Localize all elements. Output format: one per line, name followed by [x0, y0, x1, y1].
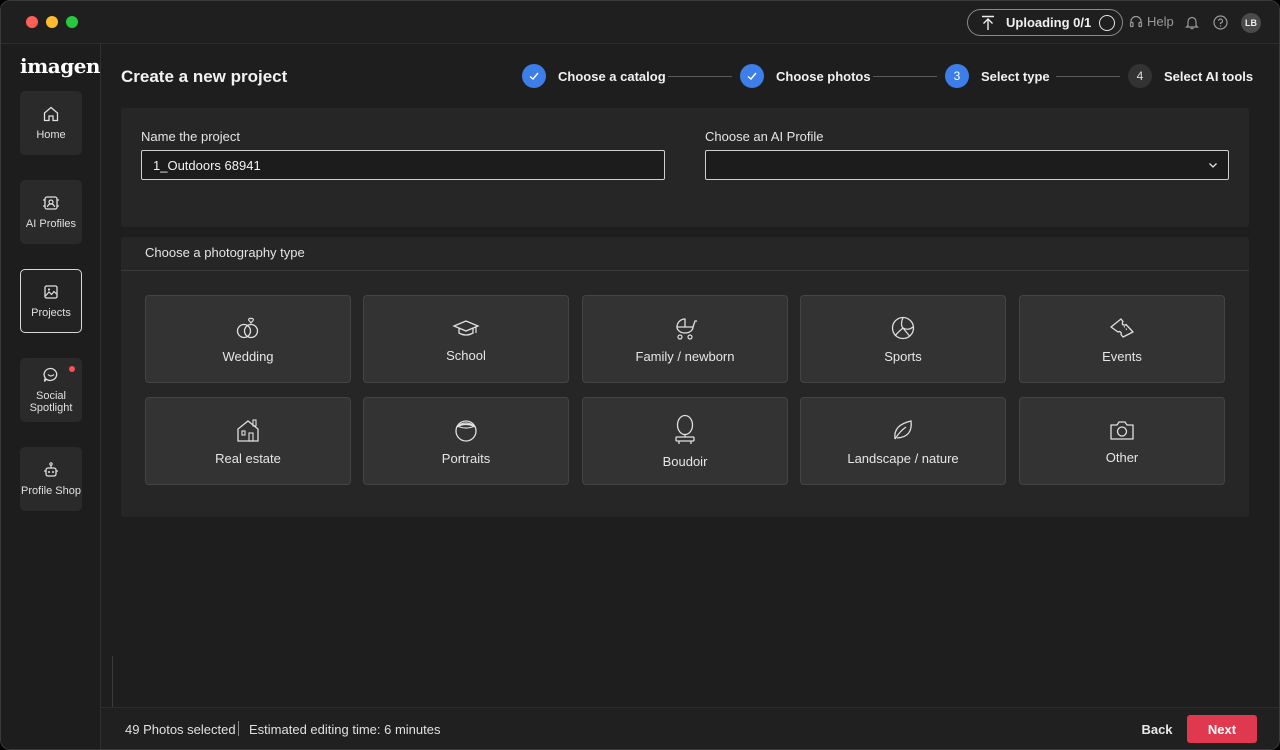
sidebar-item-social-spotlight[interactable]: Social Spotlight: [20, 358, 82, 422]
help-button[interactable]: Help: [1129, 14, 1174, 29]
check-icon: [740, 64, 764, 88]
sidebar-item-ai-profiles[interactable]: AI Profiles: [20, 180, 82, 244]
photos-selected-count: 49 Photos selected: [125, 722, 236, 737]
type-tile-label: Events: [1102, 348, 1142, 364]
back-button[interactable]: Back: [1131, 715, 1183, 743]
ai-profile-label: Choose an AI Profile: [705, 129, 824, 144]
step-connector: [873, 76, 937, 77]
type-tile-label: Portraits: [441, 450, 491, 466]
step-select-ai-tools: 4 Select AI tools: [1128, 64, 1253, 88]
step-connector: [1056, 76, 1120, 77]
type-tile-label: Wedding: [222, 348, 274, 364]
divider: [121, 270, 1249, 271]
avatar[interactable]: LB: [1241, 13, 1261, 33]
upload-status-label: Uploading 0/1: [1006, 15, 1092, 30]
ai-profile-icon: [43, 196, 59, 210]
type-tile-portraits[interactable]: Portraits: [363, 397, 569, 485]
step-connector: [668, 76, 732, 77]
page-title: Create a new project: [121, 67, 288, 86]
headset-icon: [1129, 15, 1143, 27]
step-choose-catalog: Choose a catalog: [522, 64, 666, 88]
sidebar-item-label: Projects: [31, 307, 71, 319]
title-bar: Uploading 0/1 Help LB: [1, 1, 1279, 44]
step-label: Choose photos: [776, 68, 871, 84]
sidebar-item-home[interactable]: Home: [20, 91, 82, 155]
chat-icon: [43, 367, 58, 382]
type-tile-label: Sports: [884, 348, 922, 364]
zoom-window-button[interactable]: [66, 16, 78, 28]
question-icon[interactable]: [1213, 15, 1228, 30]
type-tile-other[interactable]: Other: [1019, 397, 1225, 485]
check-icon: [522, 64, 546, 88]
step-label: Select AI tools: [1164, 68, 1254, 84]
step-number: 3: [945, 64, 969, 88]
estimated-time: Estimated editing time: 6 minutes: [249, 722, 441, 737]
type-tile-label: Other: [1105, 449, 1139, 465]
sidebar-item-label: Profile Shop: [21, 485, 81, 497]
notification-badge: [69, 366, 75, 372]
upload-icon: [982, 15, 994, 30]
project-name-input[interactable]: [141, 150, 665, 180]
rings-icon: [236, 317, 259, 338]
camera-icon: [1110, 420, 1134, 440]
volleyball-icon: [891, 316, 915, 339]
type-tile-wedding[interactable]: Wedding: [145, 295, 351, 383]
step-label: Choose a catalog: [558, 68, 666, 84]
type-tile-boudoir[interactable]: Boudoir: [582, 397, 788, 485]
graduation-cap-icon: [452, 319, 480, 336]
type-tile-sports[interactable]: Sports: [800, 295, 1006, 383]
shop-icon: [44, 462, 58, 477]
progress-spinner-icon: [1099, 14, 1116, 31]
house-icon: [237, 418, 259, 442]
help-label: Help: [1147, 14, 1174, 29]
footer-divider: [238, 721, 239, 736]
type-tile-family-newborn[interactable]: Family / newborn: [582, 295, 788, 383]
mirror-icon: [675, 414, 695, 444]
type-tile-label: Landscape / nature: [847, 450, 959, 466]
chevron-down-icon: [1209, 163, 1217, 168]
bell-icon[interactable]: [1185, 15, 1199, 30]
section-title: Choose a photography type: [145, 245, 305, 260]
sidebar-item-profile-shop[interactable]: Profile Shop: [20, 447, 82, 511]
sidebar-item-label: AI Profiles: [25, 218, 77, 230]
leaf-icon: [894, 419, 912, 439]
type-tile-landscape-nature[interactable]: Landscape / nature: [800, 397, 1006, 485]
step-choose-photos: Choose photos: [740, 64, 871, 88]
type-tile-school[interactable]: School: [363, 295, 569, 383]
type-tile-real-estate[interactable]: Real estate: [145, 397, 351, 485]
stroller-icon: [676, 317, 697, 340]
type-tile-label: Family / newborn: [635, 348, 735, 364]
upload-status-button[interactable]: Uploading 0/1: [967, 9, 1123, 36]
project-name-label: Name the project: [141, 129, 240, 144]
portrait-icon: [455, 419, 477, 442]
app-window: Uploading 0/1 Help LB imagen Home AI Pro…: [0, 0, 1280, 750]
minimize-window-button[interactable]: [46, 16, 58, 28]
app-logo: imagen: [20, 54, 100, 78]
type-tile-label: Boudoir: [662, 453, 708, 469]
ticket-icon: [1110, 317, 1134, 338]
projects-icon: [44, 285, 58, 299]
sidebar-item-projects[interactable]: Projects: [20, 269, 82, 333]
type-tile-label: Real estate: [215, 450, 281, 466]
step-number: 4: [1128, 64, 1152, 88]
ai-profile-select[interactable]: [705, 150, 1229, 180]
type-tile-label: School: [446, 347, 486, 363]
home-icon: [43, 106, 59, 122]
close-window-button[interactable]: [26, 16, 38, 28]
sidebar-item-label: Home: [36, 129, 66, 141]
sidebar-item-label: Social Spotlight: [29, 390, 73, 414]
step-label: Select type: [981, 68, 1050, 84]
step-select-type: 3 Select type: [945, 64, 1050, 88]
type-tile-events[interactable]: Events: [1019, 295, 1225, 383]
next-button[interactable]: Next: [1187, 715, 1257, 743]
